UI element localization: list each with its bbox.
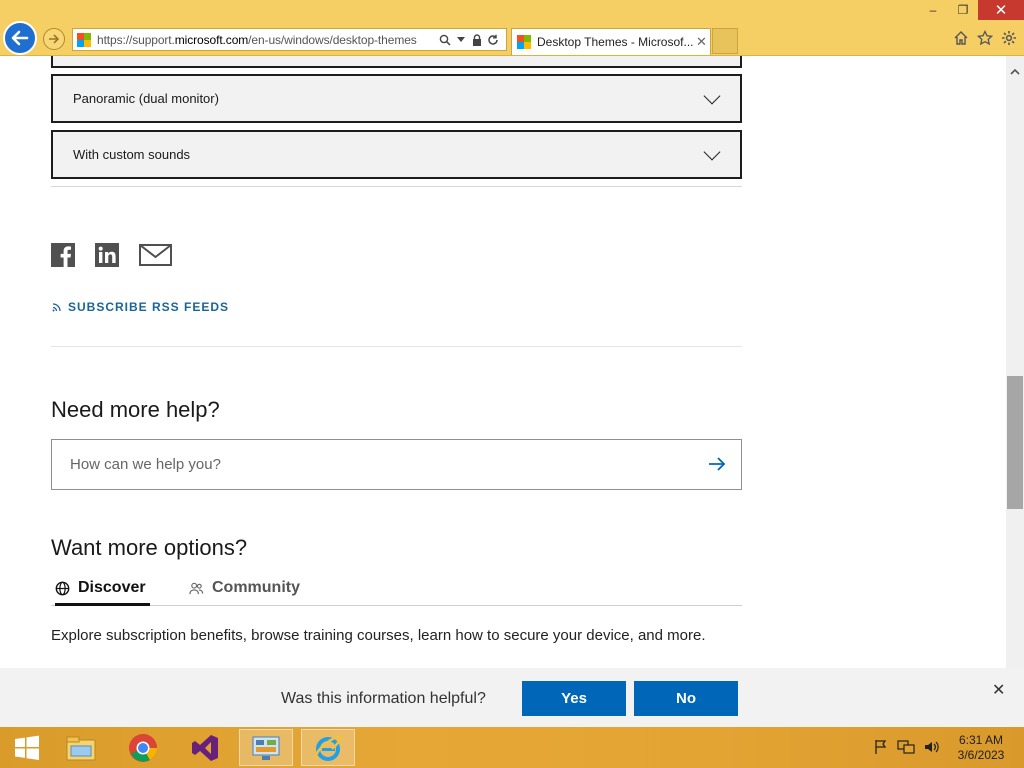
close-feedback-icon[interactable]: ✕ <box>992 680 1005 700</box>
restore-button[interactable]: ❐ <box>948 0 978 20</box>
web-page: Panoramic (dual monitor) With custom sou… <box>0 56 1006 726</box>
start-button[interactable] <box>0 729 54 766</box>
accordion-label: With custom sounds <box>73 147 191 162</box>
settings-gear-icon[interactable] <box>1000 29 1018 47</box>
visual-studio-icon <box>192 734 218 761</box>
dropdown-arrow-icon[interactable] <box>453 31 469 49</box>
clock-date: 3/6/2023 <box>957 748 1005 762</box>
control-panel-icon <box>252 736 280 760</box>
window-controls: – ❐ ✕ <box>918 0 1024 22</box>
taskbar-control-panel[interactable] <box>239 729 293 766</box>
feedback-bar: Was this information helpful? Yes No ✕ <box>0 668 1024 727</box>
minimize-button[interactable]: – <box>918 0 948 20</box>
chevron-down-icon <box>703 143 721 160</box>
back-button[interactable] <box>3 21 37 55</box>
file-explorer-icon <box>66 736 96 760</box>
lock-icon[interactable] <box>469 31 485 49</box>
start-icon <box>15 735 39 760</box>
divider <box>51 186 742 187</box>
browser-tab[interactable]: Desktop Themes - Microsof... ✕ <box>511 28 711 55</box>
taskbar: 6:31 AM 3/6/2023 <box>0 727 1024 768</box>
scroll-up-icon[interactable] <box>1009 66 1021 78</box>
accordion-custom-sounds[interactable]: With custom sounds <box>51 130 742 179</box>
yes-button[interactable]: Yes <box>522 681 626 716</box>
subscribe-rss-link[interactable]: SUBSCRIBE RSS FEEDS <box>52 300 229 314</box>
help-search-box <box>51 439 742 490</box>
taskbar-file-explorer[interactable] <box>54 729 108 766</box>
rss-label: SUBSCRIBE RSS FEEDS <box>68 300 230 314</box>
new-tab-button[interactable] <box>712 28 738 54</box>
volume-icon[interactable] <box>923 739 939 755</box>
address-url[interactable]: https://support.microsoft.com/en-us/wind… <box>97 33 437 47</box>
tab-title: Desktop Themes - Microsof... <box>537 35 694 49</box>
accordion-panoramic[interactable]: Panoramic (dual monitor) <box>51 74 742 123</box>
divider <box>51 346 742 347</box>
explore-text: Explore subscription benefits, browse tr… <box>51 627 706 644</box>
favorites-star-icon[interactable] <box>976 29 994 47</box>
network-icon[interactable] <box>897 739 915 755</box>
system-tray <box>873 739 939 755</box>
accordion-item-hidden[interactable] <box>51 56 742 68</box>
browser-chrome: – ❐ ✕ https://support.microsoft.com/en-u… <box>0 0 1024 56</box>
globe-icon <box>55 581 70 595</box>
forward-button[interactable] <box>43 28 65 50</box>
help-search-input[interactable] <box>70 456 670 473</box>
screen: – ❐ ✕ https://support.microsoft.com/en-u… <box>0 0 1024 768</box>
back-arrow-icon <box>11 30 29 46</box>
vertical-scrollbar[interactable] <box>1006 56 1024 726</box>
accordion-label: Panoramic (dual monitor) <box>73 91 219 106</box>
search-icon[interactable] <box>437 31 453 49</box>
feedback-question: Was this information helpful? <box>281 690 486 707</box>
site-favicon-icon <box>77 32 91 47</box>
no-button[interactable]: No <box>634 681 738 716</box>
arrow-right-icon[interactable] <box>707 454 727 479</box>
tab-favicon-icon <box>517 35 531 49</box>
chevron-down-icon <box>703 87 721 104</box>
tab-discover[interactable]: Discover <box>55 579 150 606</box>
people-icon <box>189 582 204 594</box>
refresh-icon[interactable] <box>485 31 501 49</box>
email-icon[interactable] <box>139 243 172 267</box>
rss-icon <box>52 303 61 312</box>
taskbar-visual-studio[interactable] <box>178 729 232 766</box>
address-bar[interactable]: https://support.microsoft.com/en-us/wind… <box>72 28 507 51</box>
chrome-icon <box>129 733 157 762</box>
close-tab-icon[interactable]: ✕ <box>696 34 710 50</box>
facebook-icon[interactable] <box>51 243 75 267</box>
tab-community[interactable]: Community <box>189 579 300 597</box>
tab-label: Community <box>212 579 300 596</box>
flag-icon[interactable] <box>873 739 889 755</box>
social-share <box>51 243 172 267</box>
browser-toolbar-right <box>952 29 1018 47</box>
forward-arrow-icon <box>49 34 60 44</box>
options-tabs: Discover Community <box>51 576 742 606</box>
clock-time: 6:31 AM <box>958 733 1004 747</box>
internet-explorer-icon <box>314 734 342 761</box>
taskbar-chrome[interactable] <box>116 729 170 766</box>
close-window-button[interactable]: ✕ <box>978 0 1024 20</box>
taskbar-internet-explorer[interactable] <box>301 729 355 766</box>
more-options-heading: Want more options? <box>51 535 248 560</box>
home-icon[interactable] <box>952 29 970 47</box>
clock[interactable]: 6:31 AM 3/6/2023 <box>950 733 1012 763</box>
linkedin-icon[interactable] <box>95 243 119 267</box>
scrollbar-thumb[interactable] <box>1007 376 1023 509</box>
need-help-heading: Need more help? <box>51 397 220 422</box>
tab-label: Discover <box>78 579 146 596</box>
